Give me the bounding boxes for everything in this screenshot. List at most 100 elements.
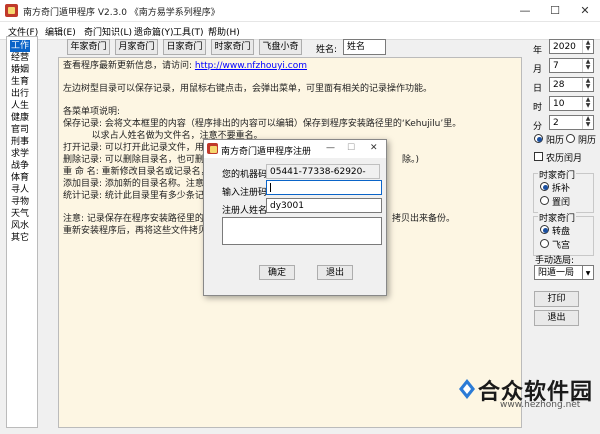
menu-knowledge[interactable]: 奇门知识(L) <box>84 25 132 38</box>
manual-select-value: 阳遁一局 <box>538 268 575 278</box>
reg-message-box <box>222 217 382 245</box>
reg-code-label: 输入注册码: <box>222 188 271 198</box>
menu-yiming[interactable]: 遗命篇(Y) <box>134 25 174 38</box>
text-line: 删除记录: 可以删除目录名，也可删除 <box>63 155 213 165</box>
text-line: 添加目录: 添加新的目录名称。注意不 <box>63 179 213 189</box>
tree-item[interactable]: 寻人 <box>11 184 29 196</box>
text-line-fragment: 除。) <box>402 155 420 165</box>
registration-dialog: 南方奇门遁甲程序注册 — ☐ ✕ 您的机器码: 05441-77338-6292… <box>203 139 387 296</box>
menu-tools[interactable]: 工具(T) <box>173 25 204 38</box>
solar-calendar-label: 阳历 <box>546 136 565 146</box>
reg-code-input[interactable] <box>266 180 382 195</box>
watermark-logo-icon <box>459 379 475 399</box>
chevron-down-icon[interactable]: ▼ <box>583 265 594 280</box>
window-title: 南方奇门遁甲程序 V2.3.0 《南方易学系列程序》 <box>23 8 220 18</box>
dialog-minimize-button[interactable]: — <box>326 143 335 153</box>
spinner-arrows-icon[interactable]: ▲ ▼ <box>582 40 593 53</box>
close-button[interactable]: ✕ <box>570 0 600 22</box>
tree-item[interactable]: 战争 <box>11 160 29 172</box>
hour-spinner[interactable]: 10 ▲ ▼ <box>549 96 594 111</box>
minimize-button[interactable]: — <box>510 0 540 22</box>
machine-code-label: 您的机器码: <box>222 170 271 180</box>
dialog-maximize-button[interactable]: ☐ <box>347 143 355 153</box>
day-qimen-button[interactable]: 日家奇门 <box>163 39 206 55</box>
hour-qimen-button[interactable]: 时家奇门 <box>211 39 254 55</box>
tree-item[interactable]: 寻物 <box>11 196 29 208</box>
reg-name-input[interactable]: dy3001 <box>266 198 382 213</box>
zhirun-label: 置闰 <box>552 198 571 208</box>
print-button[interactable]: 打印 <box>534 291 579 307</box>
plate-group-title: 时家奇门 <box>538 211 577 224</box>
year-spinner[interactable]: 2020 ▲ ▼ <box>549 39 594 54</box>
leap-month-checkbox[interactable] <box>534 152 543 161</box>
chaibu-radio[interactable] <box>540 182 549 191</box>
website-link[interactable]: http://www.nfzhouyi.com <box>195 61 307 71</box>
day-label: 日 <box>533 84 543 94</box>
cancel-button[interactable]: 退出 <box>317 265 353 280</box>
dialog-title: 南方奇门遁甲程序注册 <box>221 147 312 157</box>
spinner-arrows-icon[interactable]: ▲ ▼ <box>582 78 593 91</box>
hour-value: 10 <box>553 99 565 109</box>
solar-calendar-radio[interactable] <box>534 134 543 143</box>
category-tree[interactable]: 工作 经营 婚姻 生育 出行 人生 健康 官司 刑事 求学 战争 体育 寻人 寻… <box>6 36 38 428</box>
note-line: 注意: 记录保存在程序安装路径里的 <box>63 214 204 224</box>
feigong-label: 飞宫 <box>552 241 571 251</box>
menu-edit[interactable]: 编辑(E) <box>45 25 76 38</box>
tree-item[interactable]: 生育 <box>11 76 29 88</box>
tree-item[interactable]: 婚姻 <box>11 64 29 76</box>
text-line: 各菜单项说明: <box>63 107 121 117</box>
name-label: 姓名: <box>316 45 338 55</box>
tree-item[interactable]: 天气 <box>11 208 29 220</box>
tree-item[interactable]: 出行 <box>11 88 29 100</box>
feigong-radio[interactable] <box>540 239 549 248</box>
tree-item[interactable]: 工作 <box>10 40 31 52</box>
tree-item[interactable]: 经营 <box>11 52 29 64</box>
zhuanpan-radio[interactable] <box>540 225 549 234</box>
tree-item[interactable]: 健康 <box>11 112 29 124</box>
exit-button[interactable]: 退出 <box>534 310 579 326</box>
month-value: 7 <box>553 61 559 71</box>
text-line: 统计记录: 统计此目录里有多少条记录 <box>63 191 213 201</box>
tree-item[interactable]: 求学 <box>11 148 29 160</box>
minute-spinner[interactable]: 2 ▲ ▼ <box>549 115 594 130</box>
tree-item[interactable]: 刑事 <box>11 136 29 148</box>
feipan-button[interactable]: 飞盘小奇 <box>259 39 302 55</box>
method-group-title: 时家奇门 <box>538 168 577 181</box>
tree-hint-line: 左边树型目录可以保存记录，用鼠标右键点击，会弹出菜单，可里面有相关的记录操作功能… <box>63 84 433 94</box>
month-label: 月 <box>533 65 543 75</box>
app-icon <box>5 4 18 17</box>
lunar-calendar-label: 阴历 <box>578 136 597 146</box>
machine-code-field[interactable]: 05441-77338-62920-04230 <box>266 164 380 192</box>
tree-item[interactable]: 体育 <box>11 172 29 184</box>
note-line-fragment: 拷贝出来备份。 <box>392 214 456 224</box>
ok-button[interactable]: 确定 <box>259 265 295 280</box>
month-spinner[interactable]: 7 ▲ ▼ <box>549 58 594 73</box>
year-qimen-button[interactable]: 年家奇门 <box>67 39 110 55</box>
day-spinner[interactable]: 28 ▲ ▼ <box>549 77 594 92</box>
tree-item[interactable]: 其它 <box>11 232 29 244</box>
name-input[interactable]: 姓名 <box>343 39 386 55</box>
zhirun-radio[interactable] <box>540 196 549 205</box>
maximize-button[interactable]: ☐ <box>540 0 570 22</box>
tree-item[interactable]: 风水 <box>11 220 29 232</box>
update-line: 查看程序最新更新信息，请访问: http://www.nfzhouyi.com <box>63 60 307 72</box>
lunar-calendar-radio[interactable] <box>566 134 575 143</box>
spinner-arrows-icon[interactable]: ▲ ▼ <box>582 59 593 72</box>
title-bar: 南方奇门遁甲程序 V2.3.0 《南方易学系列程序》 — ☐ ✕ <box>0 0 600 22</box>
menu-help[interactable]: 帮助(H) <box>208 25 240 38</box>
spinner-arrows-icon[interactable]: ▲ ▼ <box>582 97 593 110</box>
manual-select[interactable]: 阳遁一局 <box>534 265 583 280</box>
note-line: 重新安装程序后，再将这些文件拷贝到 <box>63 226 217 236</box>
reg-name-label: 注册人姓名: <box>222 206 271 216</box>
tree-item[interactable]: 人生 <box>11 100 29 112</box>
minute-label: 分 <box>533 122 543 132</box>
year-label: 年 <box>533 46 543 56</box>
text-line: 保存记录: 会将文本框里的内容（程序排出的内容可以编辑）保存到程序安装路径里的‘… <box>63 119 462 129</box>
dialog-close-button[interactable]: ✕ <box>370 143 378 153</box>
day-value: 28 <box>553 80 565 90</box>
update-text: 查看程序最新更新信息，请访问: <box>63 61 195 71</box>
chaibu-label: 拆补 <box>552 184 571 194</box>
month-qimen-button[interactable]: 月家奇门 <box>115 39 158 55</box>
tree-item[interactable]: 官司 <box>11 124 29 136</box>
spinner-arrows-icon[interactable]: ▲ ▼ <box>582 116 593 129</box>
